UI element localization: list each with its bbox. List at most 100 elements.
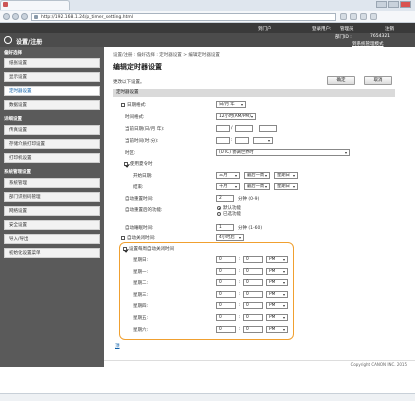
search-icon[interactable] xyxy=(340,13,347,20)
sidebar-item-printer-settings[interactable]: 打印机设置 xyxy=(4,153,100,163)
time-separator: : xyxy=(239,326,241,332)
auto-reset-unit: 分钟 (0-9) xyxy=(238,197,260,202)
sidebar-heading-detailed: 详细设置 xyxy=(4,117,22,122)
weekday-ampm-select[interactable]: PM xyxy=(266,314,288,321)
time-separator: : xyxy=(239,257,241,262)
weekly-auto-off-checkbox[interactable] xyxy=(123,247,127,251)
ok-button[interactable]: 确定 xyxy=(327,76,355,85)
window-controls xyxy=(376,1,411,8)
weekday-hour-field[interactable]: 0 xyxy=(216,302,236,310)
system-manager-mode-link[interactable]: 到系统管理模式 xyxy=(352,41,384,47)
portal-link[interactable]: 到门户 xyxy=(258,26,272,32)
current-day-field[interactable] xyxy=(216,125,230,132)
login-user-label: 登录用户: xyxy=(312,26,332,32)
dst-label: 使用夏令时 xyxy=(130,162,153,167)
weekday-ampm-select[interactable]: PM xyxy=(266,290,288,298)
weekday-minute-field[interactable]: 0 xyxy=(243,314,263,321)
current-month-field[interactable] xyxy=(235,125,253,132)
current-year-field[interactable] xyxy=(259,125,277,132)
address-bar-area: http://192.168.1.24/p_timer_setting.html xyxy=(0,11,415,23)
login-user-name: 管理员 xyxy=(340,26,354,32)
dst-start-month-select[interactable]: 三月 xyxy=(216,172,240,179)
weekday-hour-field[interactable]: 0 xyxy=(216,256,236,263)
auto-reset-field[interactable]: 2 xyxy=(216,195,234,202)
sidebar-item-initialize-menu[interactable]: 初始化设置菜单 xyxy=(4,248,100,258)
auto-sleep-field[interactable]: 1 xyxy=(216,224,234,231)
minimize-icon[interactable] xyxy=(376,1,387,8)
back-to-top-link[interactable]: 顶 xyxy=(115,343,120,349)
refresh-icon[interactable] xyxy=(21,13,28,20)
sidebar-heading-system: 系统管理设置 xyxy=(4,170,31,175)
dst-end-label: 结束: xyxy=(133,185,144,190)
weekday-ampm-select[interactable]: PM xyxy=(266,279,288,287)
weekday-hour-field[interactable]: 0 xyxy=(216,314,236,321)
sidebar-item-media-print-settings[interactable]: 存储介质打印设置 xyxy=(4,139,100,149)
weekday-minute-field[interactable]: 0 xyxy=(243,279,263,287)
weekday-ampm-select[interactable]: PM xyxy=(266,267,288,275)
sidebar-item-fax-settings[interactable]: 传真设置 xyxy=(4,125,100,135)
timezone-select[interactable]: (UTC) 协调世界时 xyxy=(216,149,350,156)
weekday-ampm-select[interactable]: PM xyxy=(266,325,288,333)
sidebar-heading-preferences: 偏好选择 xyxy=(4,51,22,56)
default-function-radio[interactable] xyxy=(217,206,221,210)
time-format-select[interactable]: 12小时(AM/PM) xyxy=(216,113,256,120)
selected-function-label: 已选功能 xyxy=(223,212,241,217)
dst-end-month-select[interactable]: 十月 xyxy=(216,183,240,190)
time-separator: : xyxy=(239,280,241,286)
sidebar-item-security-settings[interactable]: 安全设置 xyxy=(4,220,100,230)
page-description: 更改以下设置。 xyxy=(113,80,145,85)
sidebar-item-import-export[interactable]: 导入/导出 xyxy=(4,234,100,244)
date-format-select[interactable]: 日/月 年 xyxy=(216,101,246,108)
weekday-hour-field[interactable]: 0 xyxy=(216,325,236,333)
weekday-hour-field[interactable]: 0 xyxy=(216,290,236,298)
after-reset-label: 自动重置后的功能: xyxy=(125,208,163,213)
time-separator: : xyxy=(239,291,241,297)
dst-start-week-select[interactable]: 最后一周 xyxy=(244,172,270,179)
gear-icon[interactable] xyxy=(370,13,377,20)
weekday-minute-field[interactable]: 0 xyxy=(243,267,263,275)
sidebar-item-department-id[interactable]: 部门识别码管理 xyxy=(4,192,100,202)
weekday-minute-field[interactable]: 0 xyxy=(243,256,263,263)
sidebar-item-network-settings[interactable]: 网络设置 xyxy=(4,206,100,216)
weekday-label: 星期五: xyxy=(133,316,149,321)
sidebar-item-paper-settings[interactable]: 纸张设置 xyxy=(4,58,100,68)
forward-icon[interactable] xyxy=(12,13,19,20)
time-separator: : xyxy=(239,268,241,274)
cancel-button[interactable]: 取消 xyxy=(364,76,392,85)
dst-start-day-select[interactable]: 星期日 xyxy=(274,172,298,179)
weekday-ampm-select[interactable]: PM xyxy=(266,256,288,263)
weekday-hour-field[interactable]: 0 xyxy=(216,279,236,287)
sidebar-item-display-settings[interactable]: 显示设置 xyxy=(4,72,100,82)
weekday-minute-field[interactable]: 0 xyxy=(243,302,263,310)
weekday-minute-field[interactable]: 0 xyxy=(243,325,263,333)
sidebar: 偏好选择 纸张设置 显示设置 定时器设置 数据设置 详细设置 传真设置 存储介质… xyxy=(0,47,104,367)
favicon-icon xyxy=(3,2,8,7)
dst-end-week-select[interactable]: 最后一周 xyxy=(244,183,270,190)
home-icon[interactable] xyxy=(350,13,357,20)
auto-off-select[interactable]: 4小时后 xyxy=(216,234,244,241)
date-format-label: 日期格式: xyxy=(127,103,147,108)
current-hour-field[interactable] xyxy=(216,137,230,144)
selected-function-radio[interactable] xyxy=(217,212,221,216)
sidebar-item-timer-settings[interactable]: 定时器设置 xyxy=(4,86,100,96)
back-icon[interactable] xyxy=(3,13,10,20)
current-minute-field[interactable] xyxy=(235,137,249,144)
sidebar-item-data-settings[interactable]: 数据设置 xyxy=(4,100,100,110)
weekday-minute-field[interactable]: 0 xyxy=(243,290,263,298)
dst-checkbox[interactable] xyxy=(124,162,128,166)
weekday-ampm-select[interactable]: PM xyxy=(266,302,288,310)
weekday-label: 星期日: xyxy=(133,258,149,263)
close-icon[interactable] xyxy=(400,1,411,8)
browser-tab[interactable] xyxy=(0,0,70,10)
url-field[interactable]: http://192.168.1.24/p_timer_setting.html xyxy=(31,13,336,21)
weekday-hour-field[interactable]: 0 xyxy=(216,267,236,275)
logout-link[interactable]: 注销 xyxy=(385,26,394,32)
current-ampm-select[interactable] xyxy=(253,137,273,144)
sidebar-item-system-management[interactable]: 系统管理 xyxy=(4,178,100,188)
weekday-label: 星期一: xyxy=(133,269,149,275)
dst-end-day-select[interactable]: 星期日 xyxy=(274,183,298,190)
maximize-icon[interactable] xyxy=(388,1,399,8)
star-icon[interactable] xyxy=(360,13,367,20)
weekday-label: 星期二: xyxy=(133,281,149,287)
browser-status-bar xyxy=(0,393,415,401)
